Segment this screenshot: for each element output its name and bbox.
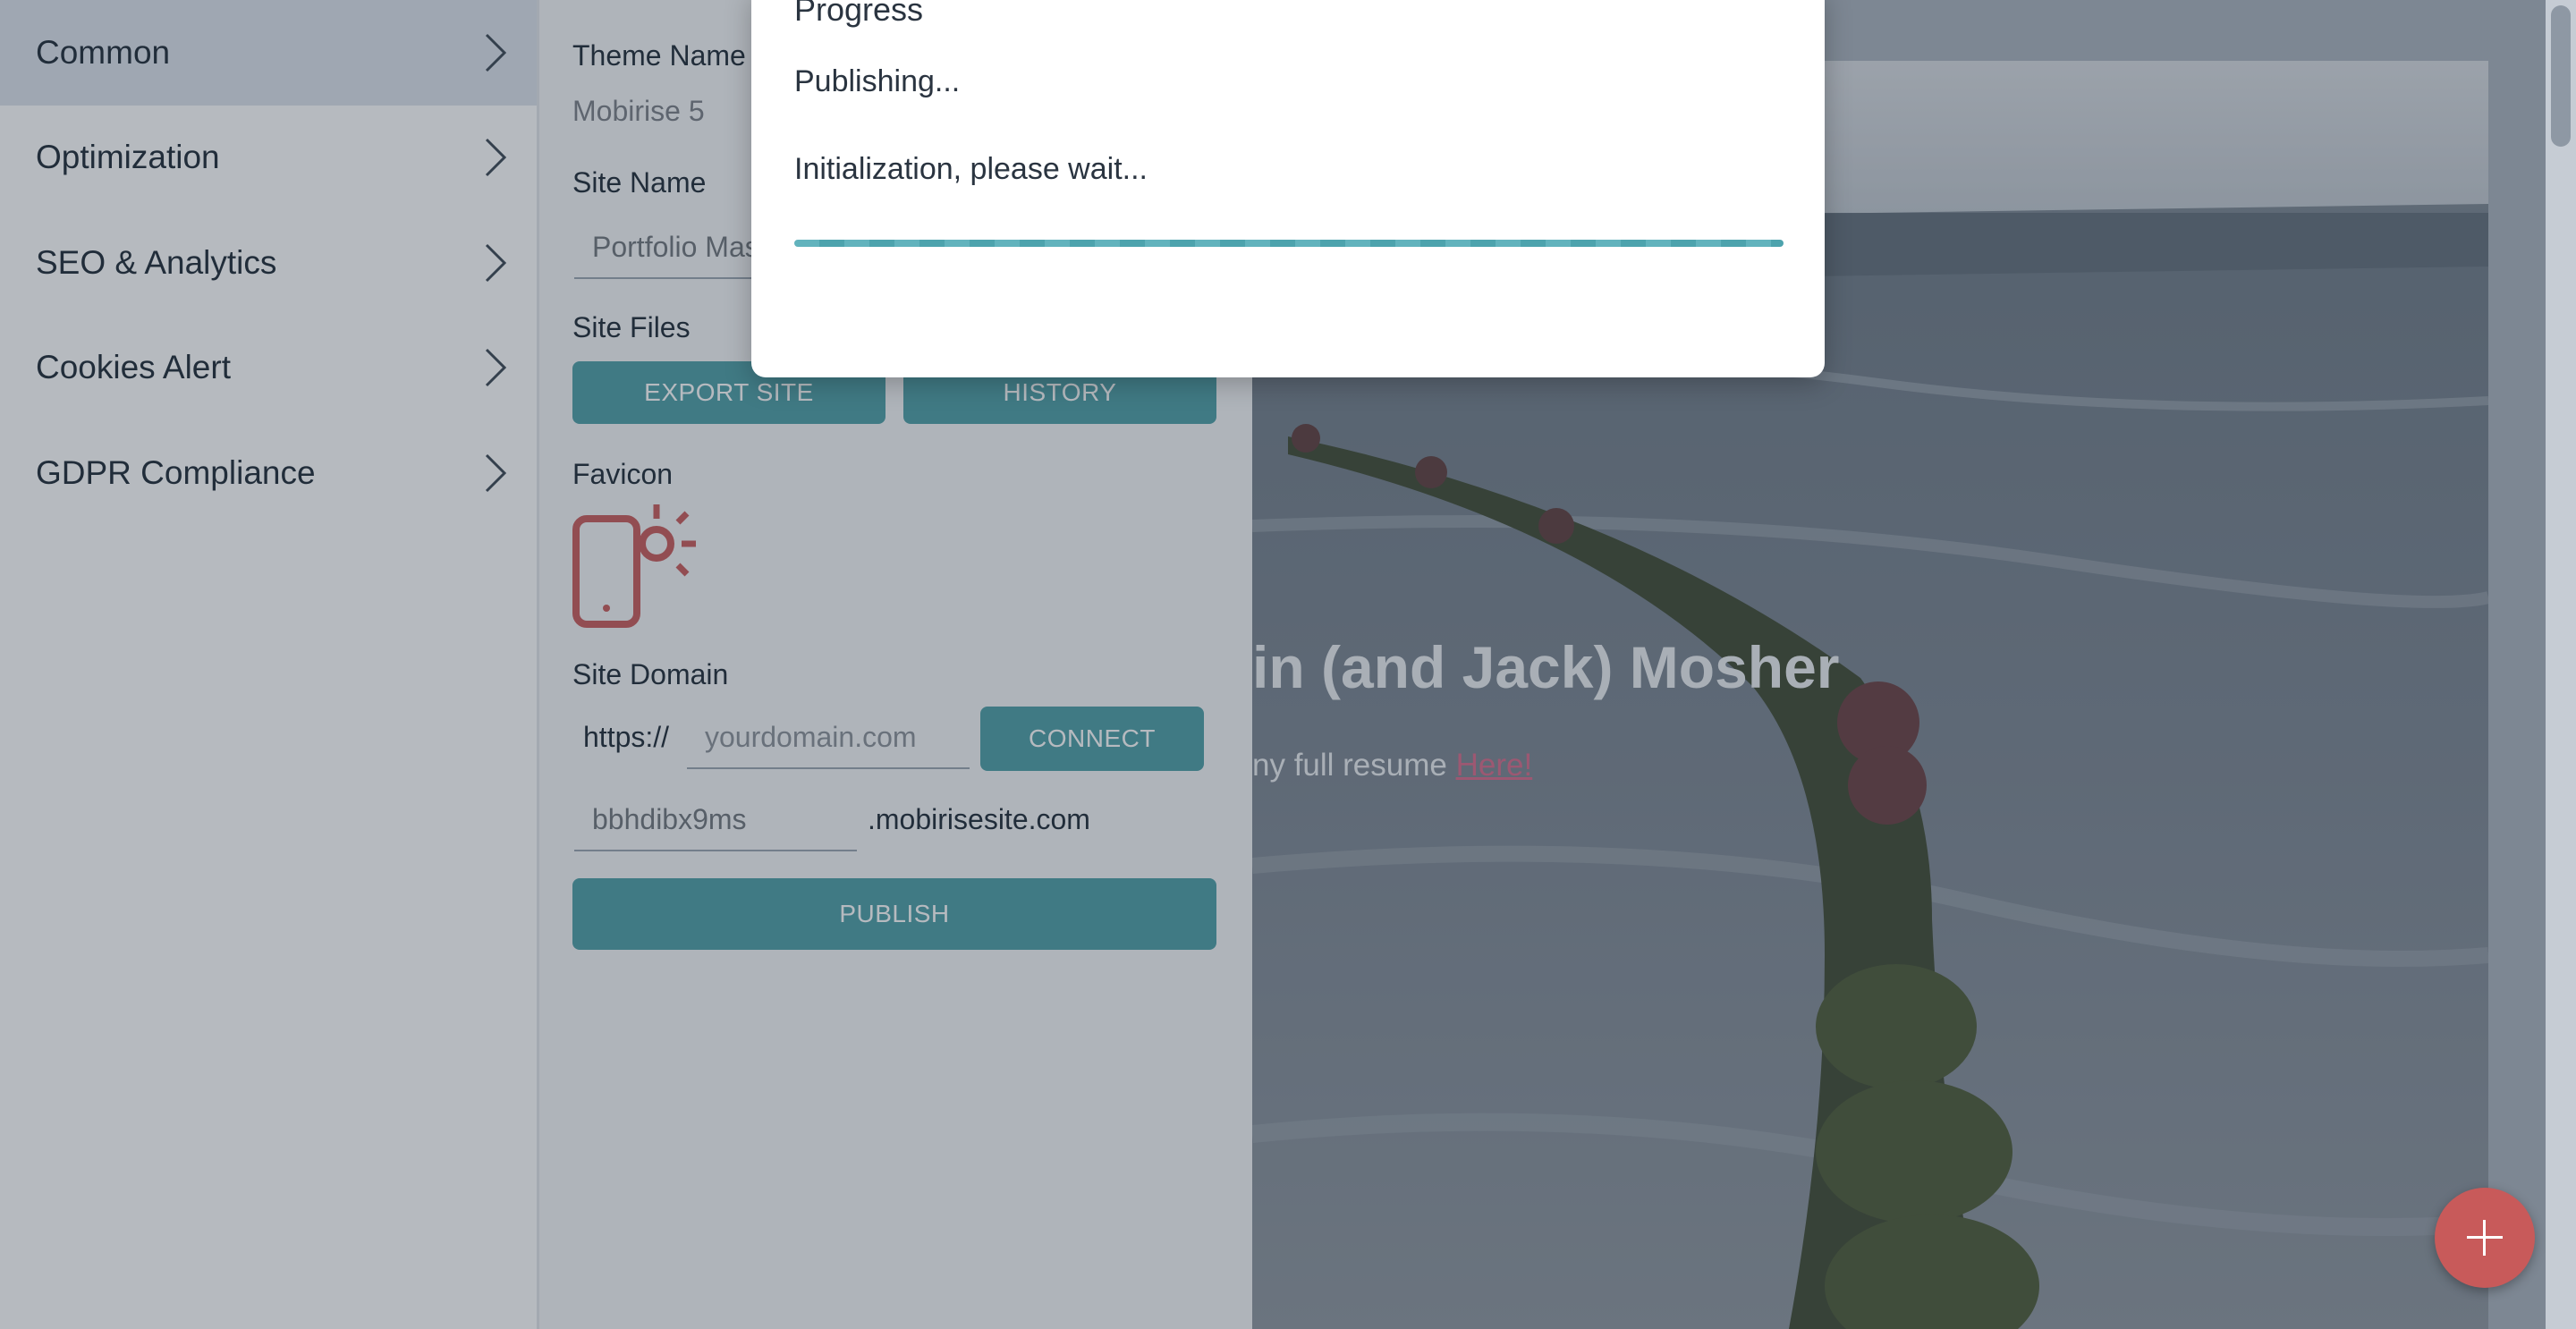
hero-title: in (and Jack) Mosher [1252, 634, 1840, 700]
menu-item-common[interactable]: Common [0, 0, 537, 106]
theme-name-label: Theme Name [572, 39, 746, 72]
theme-name-value: Mobirise 5 [572, 95, 705, 127]
menu-item-seo-analytics[interactable]: SEO & Analytics [0, 210, 537, 316]
menu-item-cookies-alert[interactable]: Cookies Alert [0, 315, 537, 420]
publish-button[interactable]: PUBLISH [572, 878, 1216, 950]
chevron-right-icon [485, 348, 507, 387]
subdomain-input[interactable]: bbhdibx9ms [574, 789, 857, 851]
site-domain-label: Site Domain [572, 658, 729, 690]
menu-item-optimization[interactable]: Optimization [0, 105, 537, 210]
dialog-status: Publishing... [794, 64, 961, 98]
menu-item-gdpr-compliance[interactable]: GDPR Compliance [0, 420, 537, 526]
site-name-label: Site Name [572, 166, 707, 199]
settings-menu: Common Optimization SEO & Analytics Cook… [0, 0, 537, 1329]
progress-dialog: Progress Publishing... Initialization, p… [751, 0, 1825, 377]
subdomain-suffix: .mobirisesite.com [868, 803, 1090, 835]
site-files-label: Site Files [572, 311, 691, 343]
phone-sun-icon[interactable] [572, 503, 698, 630]
scrollbar-track[interactable] [2546, 0, 2576, 1329]
chevron-right-icon [485, 138, 507, 177]
dialog-message: Initialization, please wait... [794, 152, 1148, 186]
https-prefix: https:// [583, 721, 670, 753]
domain-input[interactable]: yourdomain.com [687, 707, 970, 769]
menu-item-label: GDPR Compliance [36, 454, 316, 491]
hero-subtitle: ny full resume Here! [1252, 748, 1532, 783]
dialog-title: Progress [794, 0, 924, 28]
menu-item-label: SEO & Analytics [36, 244, 277, 281]
favicon-label: Favicon [572, 458, 674, 490]
resume-link[interactable]: Here! [1456, 748, 1533, 783]
hero-subtitle-text: ny full resume [1252, 748, 1456, 783]
menu-item-label: Common [36, 34, 171, 71]
add-block-button[interactable] [2435, 1188, 2535, 1288]
progress-bar [794, 240, 1784, 247]
connect-button[interactable]: CONNECT [980, 707, 1204, 771]
menu-item-label: Cookies Alert [36, 349, 231, 385]
menu-item-label: Optimization [36, 139, 220, 175]
scrollbar-thumb[interactable] [2551, 5, 2571, 147]
chevron-right-icon [485, 243, 507, 283]
chevron-right-icon [485, 453, 507, 493]
chevron-right-icon [485, 33, 507, 72]
plus-icon [2483, 1220, 2486, 1256]
